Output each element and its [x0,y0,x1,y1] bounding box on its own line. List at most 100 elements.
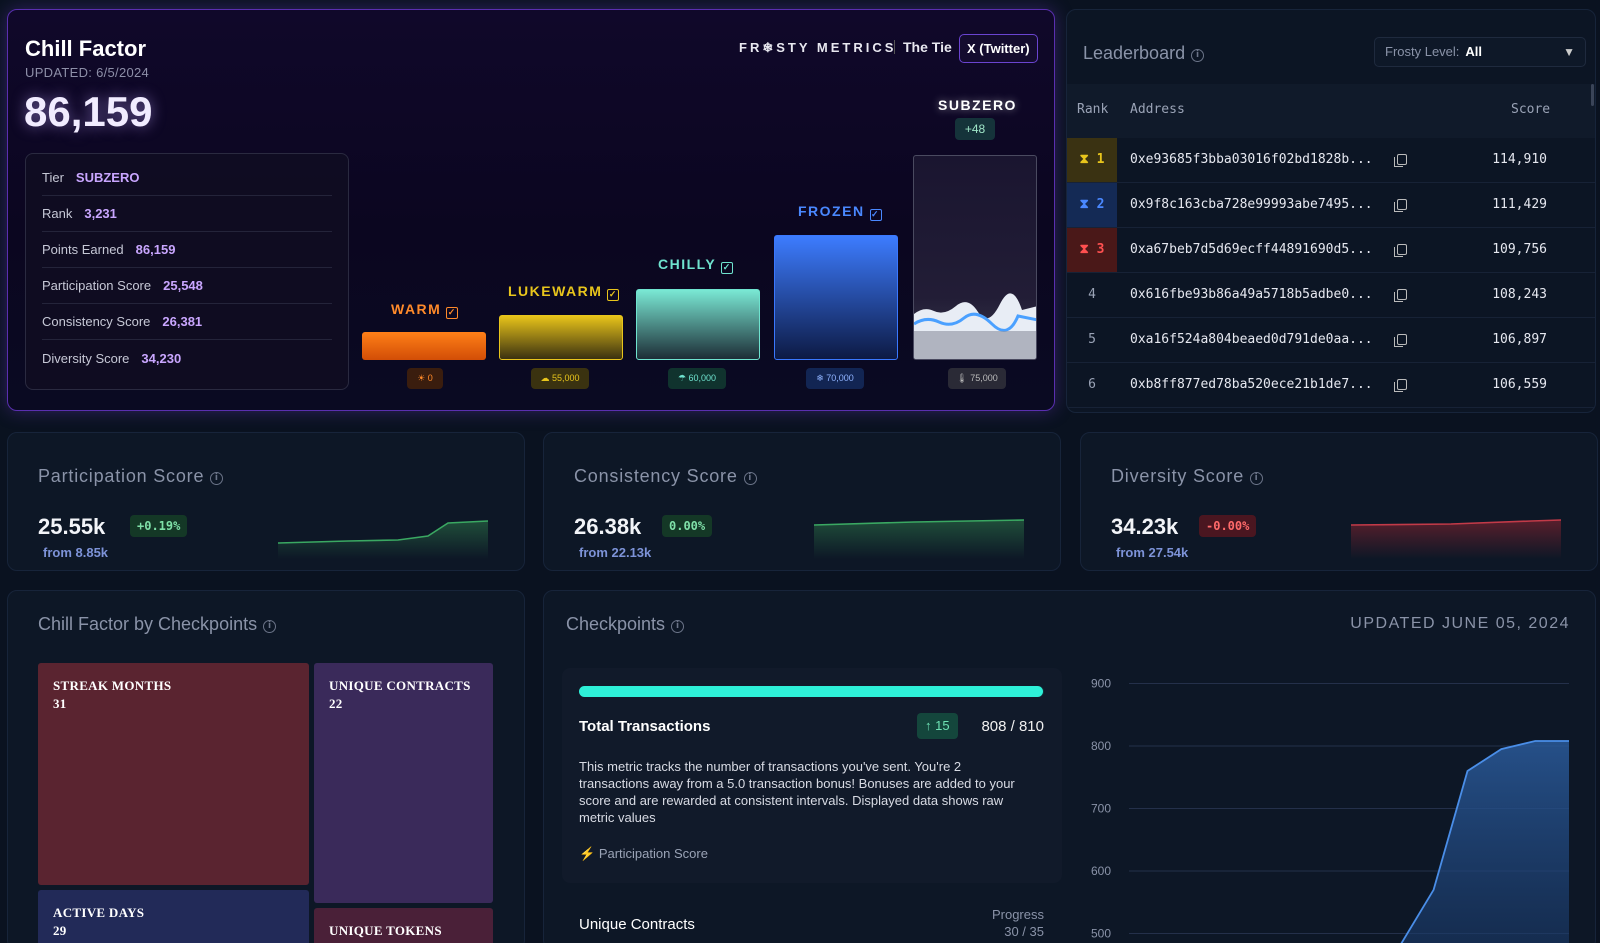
col-score[interactable]: Score [1511,102,1550,117]
copy-icon[interactable] [1394,154,1407,167]
tier-bar-subzero [913,155,1037,360]
chill-factor-panel: Chill Factor UPDATED: 6/5/2024 86,159 FR… [7,9,1055,411]
score-value: 26.38k [574,514,642,539]
stat-value: 34,230 [141,350,182,366]
address: 0x616fbe93b86a49a5718b5adbe0... [1130,287,1373,302]
score: 106,897 [1492,332,1547,347]
tile-unique-contracts[interactable]: UNIQUE CONTRACTS 22 [314,663,493,903]
copy-icon[interactable] [1394,199,1407,212]
score: 111,429 [1492,197,1547,212]
table-row[interactable]: ⧗ 2 0x9f8c163cba728e99993abe7495... 111,… [1067,183,1595,228]
check-icon: ✓ [607,289,620,301]
table-row[interactable]: 4 0x616fbe93b86a49a5718b5adbe0... 108,24… [1067,273,1595,318]
col-address[interactable]: Address [1130,102,1185,117]
stat-label: Consistency Score [42,314,151,329]
tier-label-chilly: CHILLY ✓ [658,256,734,274]
metric-category: ⚡ Participation Score [579,846,708,861]
tile-label: STREAK MONTHS [53,678,172,693]
y-tick-label: 700 [1091,802,1111,816]
copy-icon[interactable] [1394,244,1407,257]
panel-title: Checkpoints i [566,614,685,635]
transactions-chart: 500 600 700 800 900 [1091,677,1569,943]
check-icon: ✓ [721,262,734,274]
metric-card-total-transactions[interactable]: Total Transactions ↑ 15 808 / 810 This m… [562,668,1062,883]
tier-bar-frozen [774,235,898,360]
score: 109,756 [1492,242,1547,257]
tile-active-days[interactable]: ACTIVE DAYS 29 [38,890,309,943]
copy-icon[interactable] [1394,289,1407,302]
info-icon[interactable]: i [671,620,685,633]
tile-value: 29 [53,923,67,938]
score: 114,910 [1492,152,1547,167]
info-icon[interactable]: i [743,472,757,485]
rank-badge: ⧗ 3 [1067,228,1117,272]
filter-label: Frosty Level: [1385,44,1460,59]
metric-delta-badge: ↑ 15 [917,713,958,739]
address: 0xa67beb7d5d69ecff44891690d5... [1130,242,1373,257]
table-row[interactable]: ⧗ 3 0xa67beb7d5d69ecff44891690d5... 109,… [1067,228,1595,273]
card-title: Diversity Score i [1111,466,1264,487]
the-tie-logo[interactable]: The Tie [903,39,952,55]
score-value: 34.23k [1111,514,1179,539]
stat-row-rank: Rank 3,231 [42,196,332,232]
consistency-score-card: Consistency Score i 26.38k 0.00% from 22.… [543,432,1061,571]
stat-label: Tier [42,170,64,185]
from-value: from 8.85k [43,545,109,560]
stat-row-consistency: Consistency Score 26,381 [42,304,332,340]
arrow-up-icon: ↑ [925,718,932,733]
stat-row-participation: Participation Score 25,548 [42,268,332,304]
stat-value: SUBZERO [75,170,140,185]
brand-divider [894,40,895,54]
progress-bar [579,686,1044,697]
rank-badge: ⧗ 2 [1067,183,1117,227]
rank-number: 6 [1088,377,1096,392]
stat-label: Points Earned [42,242,124,257]
frosty-level-select[interactable]: Frosty Level: All ▼ [1374,37,1586,67]
snow-cap-graphic [914,293,1036,359]
check-icon: ✓ [446,307,459,319]
tier-label-lukewarm: LUKEWARM ✓ [508,283,620,301]
consistency-sparkline [813,519,1025,559]
info-icon[interactable]: i [1250,472,1264,485]
info-icon[interactable]: i [1191,49,1205,62]
col-rank[interactable]: Rank [1077,102,1108,117]
chevron-down-icon: ▼ [1563,45,1575,59]
tile-unique-tokens[interactable]: UNIQUE TOKENS 15 [314,908,493,943]
card-title: Participation Score i [38,466,224,487]
diversity-score-card: Diversity Score i 34.23k -0.00% from 27.5… [1080,432,1598,571]
tier-delta-badge: +48 [955,118,995,140]
y-tick-label: 600 [1091,864,1111,878]
address: 0x9f8c163cba728e99993abe7495... [1130,197,1373,212]
stat-label: Rank [42,206,73,221]
tile-value: 31 [53,696,67,711]
table-row[interactable]: ⧗ 1 0xe93685f3bba03016f02bd1828b... 114,… [1067,138,1595,183]
from-value: from 27.54k [1116,545,1189,560]
copy-icon[interactable] [1394,379,1407,392]
info-icon[interactable]: i [210,472,224,485]
next-metric-name[interactable]: Unique Contracts [579,916,695,933]
tier-label-subzero: SUBZERO [938,97,1017,113]
tile-label: UNIQUE TOKENS [329,923,442,938]
from-value: from 22.13k [579,545,652,560]
y-tick-label: 800 [1091,739,1111,753]
leaderboard-header: Rank Address Score [1067,84,1595,138]
score: 108,243 [1492,287,1547,302]
stat-row-diversity: Diversity Score 34,230 [42,340,332,376]
tier-label-frozen: FROZEN ✓ [798,203,882,221]
progress-label: Progress [991,907,1044,922]
tile-streak-months[interactable]: STREAK MONTHS 31 [38,663,309,885]
table-row[interactable]: 6 0xb8ff877ed78ba520ece21b1de7... 106,55… [1067,363,1595,408]
checkpoint-tiles-panel: Chill Factor by Checkpoints i STREAK MONT… [7,590,525,943]
copy-icon[interactable] [1394,334,1407,347]
frosty-metrics-logo[interactable]: FR❄STY METRICS [739,40,896,56]
table-row[interactable]: 5 0xa16f524a804beaed0d791de0aa... 106,89… [1067,318,1595,363]
twitter-button[interactable]: X (Twitter) [959,34,1038,63]
scrollbar[interactable] [1591,84,1594,106]
info-icon[interactable]: i [263,620,277,633]
chill-factor-score: 86,159 [24,88,153,135]
address: 0xa16f524a804beaed0d791de0aa... [1130,332,1373,347]
tier-label-warm: WARM ✓ [391,301,459,319]
stat-value: 3,231 [84,206,117,221]
tier-threshold-lukewarm: ☁ 55,000 [531,368,589,389]
progress-value: 30 / 35 [1004,924,1044,939]
